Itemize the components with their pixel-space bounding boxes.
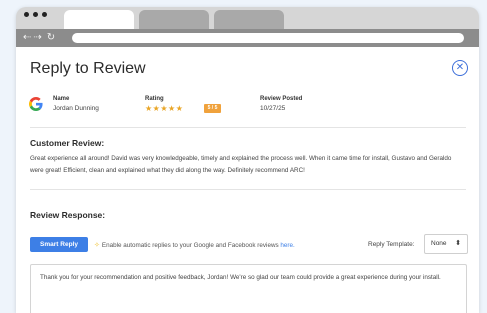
window-controls	[24, 12, 47, 17]
name-label: Name	[53, 96, 70, 102]
close-icon[interactable]: ✕	[452, 60, 468, 76]
reply-template-value: None	[431, 240, 447, 247]
window-control-dot[interactable]	[42, 12, 47, 17]
browser-tab-active[interactable]	[64, 10, 134, 29]
reply-template-label: Reply Template:	[368, 241, 415, 248]
back-arrow-icon[interactable]: ⇠	[23, 33, 31, 43]
browser-window: ⇠ ⇢ ↻ Reply to Review ✕ Name Jordan Dunn…	[16, 7, 479, 313]
rating-badge: 5 / 5	[204, 104, 221, 113]
posted-label: Review Posted	[260, 96, 303, 102]
window-control-dot[interactable]	[24, 12, 29, 17]
sparkle-icon: ✧	[94, 242, 100, 249]
rating-label: Rating	[145, 96, 164, 102]
page-title: Reply to Review	[30, 60, 146, 77]
rating-stars: ★★★★★	[145, 104, 184, 113]
reply-modal: Reply to Review ✕ Name Jordan Dunning Ra…	[16, 47, 479, 313]
browser-tab-bar	[16, 7, 479, 29]
reply-template-select[interactable]: None ⬍	[424, 234, 468, 254]
name-value: Jordan Dunning	[53, 105, 99, 112]
reload-icon[interactable]: ↻	[47, 33, 55, 43]
browser-nav-bar: ⇠ ⇢ ↻	[16, 29, 479, 47]
google-logo-icon	[29, 97, 43, 111]
browser-tab[interactable]	[214, 10, 284, 29]
auto-reply-notice: ✧ Enable automatic replies to your Google…	[94, 241, 295, 249]
forward-arrow-icon[interactable]: ⇢	[33, 33, 41, 43]
review-response-heading: Review Response:	[30, 210, 106, 220]
divider	[30, 189, 466, 190]
response-textarea[interactable]: Thank you for your recommendation and po…	[30, 264, 467, 313]
customer-review-text: Great experience all around! David was v…	[30, 155, 452, 174]
select-arrows-icon: ⬍	[455, 240, 461, 247]
smart-reply-button[interactable]: Smart Reply	[30, 237, 88, 252]
auto-reply-link[interactable]: here.	[280, 242, 294, 249]
divider	[30, 127, 466, 128]
browser-tab[interactable]	[139, 10, 209, 29]
window-control-dot[interactable]	[33, 12, 38, 17]
customer-review-heading: Customer Review:	[30, 138, 105, 148]
address-bar[interactable]	[72, 33, 464, 43]
auto-reply-text: Enable automatic replies to your Google …	[101, 242, 281, 249]
posted-value: 10/27/25	[260, 105, 286, 112]
nav-buttons: ⇠ ⇢ ↻	[23, 33, 55, 43]
